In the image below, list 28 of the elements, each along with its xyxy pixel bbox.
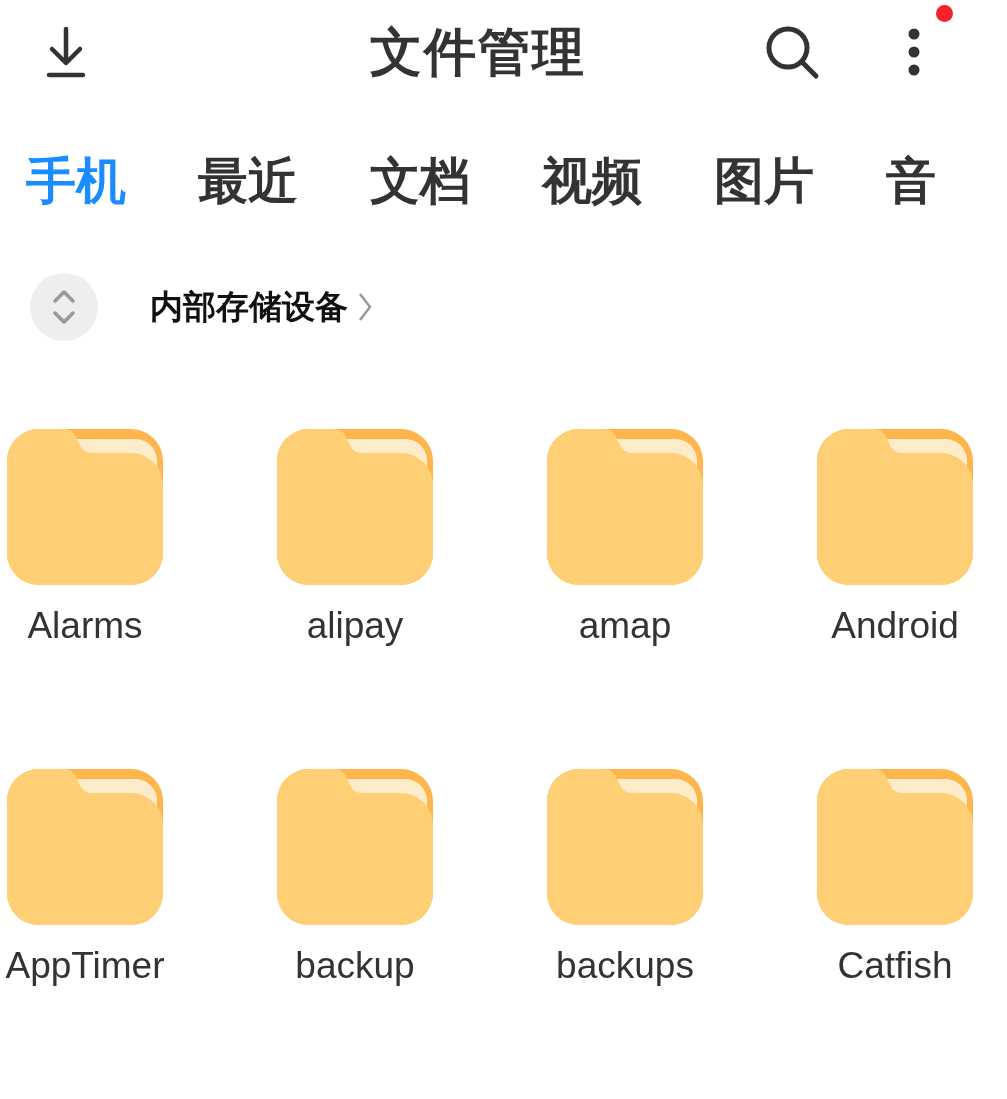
folder-name: alipay (306, 605, 404, 647)
up-down-arrows-icon (52, 288, 76, 326)
folder-icon[interactable] (7, 769, 163, 925)
folder-name: AppTimer (5, 945, 165, 987)
folder-icon[interactable] (7, 429, 163, 585)
storage-path[interactable]: 内部存储设备 (150, 284, 348, 330)
folder-name: Catfish (837, 945, 953, 987)
search-icon[interactable] (765, 25, 821, 81)
folder-icon[interactable] (277, 769, 433, 925)
category-tab[interactable]: 音 (886, 147, 936, 215)
folder-name: backup (295, 945, 415, 987)
category-tab[interactable]: 视频 (542, 147, 642, 215)
folder-icon[interactable] (547, 769, 703, 925)
folder-icon[interactable] (277, 429, 433, 585)
category-tab[interactable]: 文档 (370, 147, 470, 215)
folder-name: backups (556, 945, 694, 987)
download-icon[interactable] (45, 26, 87, 78)
app-title: 文件管理 (370, 22, 586, 83)
chevron-icon (358, 292, 372, 322)
folder-icon[interactable] (547, 429, 703, 585)
folder-icon[interactable] (817, 769, 973, 925)
category-tab[interactable]: 图片 (714, 147, 814, 215)
folder-name: amap (578, 605, 672, 647)
folder-name: Alarms (27, 605, 143, 647)
folder-icon[interactable] (817, 429, 973, 585)
category-tab[interactable]: 最近 (198, 147, 298, 215)
more-icon[interactable] (907, 27, 921, 77)
folder-name: Android (831, 605, 959, 647)
